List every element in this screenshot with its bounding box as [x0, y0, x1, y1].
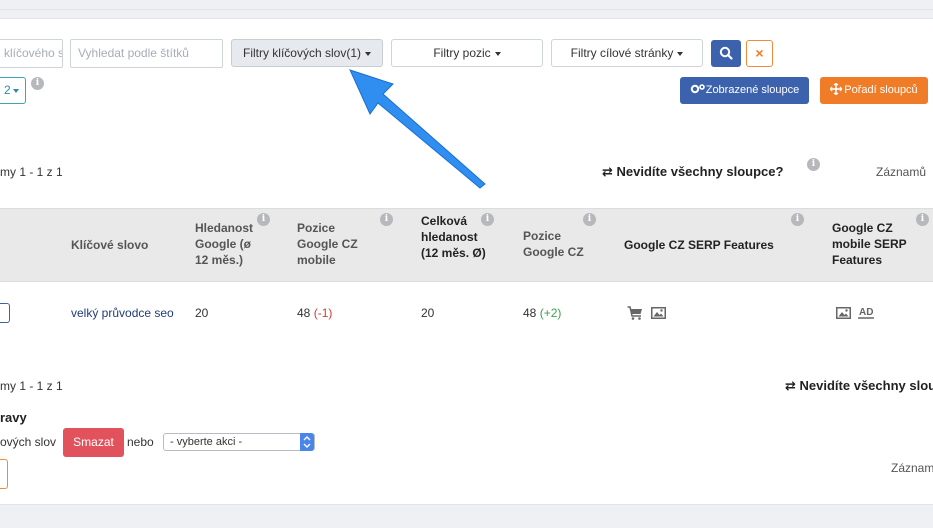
position-mobile-change: (-1) — [313, 306, 333, 320]
bulk-label: ových slov — [0, 435, 57, 449]
close-icon: × — [755, 45, 764, 61]
swap-arrows-icon: ⇄ — [602, 164, 613, 179]
table-row-total-volume: 20 — [421, 306, 435, 320]
table-row-keyword[interactable]: velký průvodce seo — [71, 306, 174, 320]
image-icon — [836, 307, 851, 319]
bulk-action-select[interactable]: - vyberte akci - — [163, 433, 315, 451]
position-change: (+2) — [539, 306, 562, 320]
missing-columns-label: Nevidíte všechny sloupce? — [799, 378, 933, 393]
shown-columns-label: Zobrazené sloupce — [705, 84, 800, 96]
table-row-position: 48 (+2) — [523, 306, 561, 320]
header-position-mobile[interactable]: Pozice Google CZ mobile — [297, 220, 377, 268]
missing-columns-label: Nevidíte všechny sloupce? — [616, 164, 784, 179]
swap-arrows-icon: ⇄ — [785, 378, 796, 393]
bulk-heading: ravy — [0, 410, 27, 425]
or-label: nebo — [127, 435, 154, 449]
search-icon — [719, 46, 733, 60]
caret-down-icon — [494, 51, 501, 56]
shown-columns-button[interactable]: Zobrazené sloupce — [680, 77, 809, 104]
ad-icon: AD — [858, 307, 874, 319]
missing-columns-link-bottom[interactable]: ⇄ Nevidíte všechny sloupce? — [785, 378, 933, 394]
bulk-action-value: - vyberte akci - — [170, 436, 243, 448]
move-arrows-icon — [829, 82, 843, 96]
keyword-link[interactable]: velký průvodce seo — [71, 306, 174, 320]
info-icon[interactable]: i — [257, 213, 270, 226]
top-strip — [0, 0, 933, 10]
svg-text:AD: AD — [859, 307, 873, 318]
clear-filters-button[interactable]: × — [746, 40, 773, 67]
header-search-volume[interactable]: Hledanost Google (ø 12 měs.) — [195, 220, 267, 268]
info-icon[interactable]: i — [807, 158, 820, 171]
tag-search-input[interactable]: Vyhledat podle štítků — [70, 39, 223, 68]
caret-down-icon — [12, 88, 19, 93]
position-mobile-value: 48 — [297, 306, 311, 320]
table-row-search-volume: 20 — [195, 306, 209, 320]
page-size-value: 2 — [4, 83, 11, 97]
keyword-search-input[interactable]: klíčového s — [0, 39, 63, 68]
image-icon — [651, 307, 666, 319]
info-icon[interactable]: i — [583, 213, 596, 226]
cart-icon — [627, 306, 642, 320]
bottom-action-button[interactable] — [0, 459, 8, 489]
info-icon[interactable]: i — [481, 213, 494, 226]
info-icon[interactable]: i — [791, 213, 804, 226]
landing-page-filters-label: Filtry cílové stránky — [570, 46, 674, 60]
row-checkbox[interactable] — [0, 303, 10, 323]
table-row-position-mobile: 48 (-1) — [297, 306, 332, 320]
gears-icon — [690, 84, 705, 94]
delete-button[interactable]: Smazat — [63, 428, 124, 457]
column-order-button[interactable]: Pořadí sloupců — [820, 77, 928, 104]
column-order-label: Pořadí sloupců — [844, 84, 918, 96]
header-serp-features[interactable]: Google CZ SERP Features — [624, 237, 774, 253]
search-button[interactable] — [711, 40, 741, 67]
annotation-arrow — [349, 69, 486, 189]
caret-down-icon — [677, 51, 684, 56]
records-per-page-label: Záznamů — [876, 165, 927, 179]
header-position[interactable]: Pozice Google CZ — [523, 228, 593, 260]
records-count-top: my 1 - 1 z 1 — [0, 165, 63, 179]
records-per-page-label-bottom: Záznam — [891, 461, 933, 475]
landing-page-filters-dropdown[interactable]: Filtry cílové stránky — [551, 39, 703, 67]
position-filters-label: Filtry pozic — [433, 46, 491, 60]
page-size-dropdown[interactable]: 2 — [0, 77, 26, 104]
select-arrows-icon — [300, 433, 314, 451]
info-icon[interactable]: i — [916, 213, 929, 226]
position-value: 48 — [523, 306, 537, 320]
records-count-bottom: my 1 - 1 z 1 — [0, 379, 63, 393]
caret-down-icon — [365, 51, 371, 56]
keyword-filters-label: Filtry klíčových slov(1) — [242, 46, 361, 60]
info-icon[interactable]: i — [380, 213, 393, 226]
header-keyword[interactable]: Klíčové slovo — [71, 237, 148, 253]
missing-columns-link-top[interactable]: ⇄ Nevidíte všechny sloupce? — [602, 164, 783, 180]
info-icon[interactable]: i — [31, 77, 44, 90]
header-serp-features-mobile[interactable]: Google CZ mobile SERP Features — [832, 220, 918, 268]
